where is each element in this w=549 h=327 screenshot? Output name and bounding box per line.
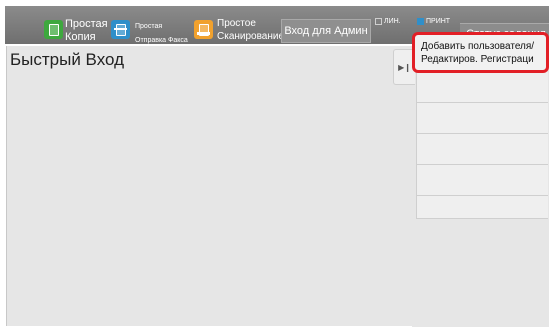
fax-icon[interactable]: [111, 20, 130, 39]
simple-copy-label-line1: Простая: [65, 18, 108, 30]
simple-fax-button[interactable]: Простая Отправка Факса: [135, 20, 188, 48]
scan-icon[interactable]: [194, 20, 213, 39]
simple-fax-label-line1: Простая: [135, 23, 163, 30]
simple-scan-label-line1: Простое: [217, 18, 256, 29]
add-edit-user-label: Добавить пользователя/ Редактиров. Регис…: [421, 40, 534, 66]
add-edit-user-label-line1: Добавить пользователя/: [421, 41, 535, 52]
copy-icon[interactable]: [44, 20, 63, 39]
page-title: Быстрый Вход: [10, 50, 125, 69]
print-indicator-box: [417, 18, 424, 25]
line-indicator: ЛИН.: [375, 18, 401, 25]
menu-item-empty[interactable]: [417, 72, 548, 103]
simple-copy-label-line2: Копия: [65, 31, 96, 43]
main-panel: Быстрый Вход: [6, 46, 412, 326]
simple-scan-button[interactable]: Простое Сканирование: [217, 17, 284, 43]
simple-scan-label-line2: Сканирование: [217, 31, 285, 42]
admin-login-button[interactable]: Вход для Админ: [281, 19, 371, 43]
line-indicator-label: ЛИН.: [384, 18, 401, 25]
print-indicator-label: ПРИНТ: [426, 18, 451, 25]
line-indicator-box: [375, 18, 382, 25]
add-edit-user-label-line2: Редактиров. Регистраци: [421, 54, 534, 65]
menu-item-empty[interactable]: [417, 134, 548, 165]
collapse-arrow-icon: ▶❙: [398, 62, 411, 72]
print-indicator: ПРИНТ: [417, 18, 450, 25]
menu-item-empty[interactable]: [417, 103, 548, 134]
simple-copy-button[interactable]: Простая Копия: [65, 18, 108, 44]
quick-login-screen: Простая Копия Простая Отправка Факса Про…: [0, 0, 549, 327]
add-edit-user-button[interactable]: Добавить пользователя/ Редактиров. Регис…: [412, 32, 549, 73]
menu-item-empty[interactable]: [417, 165, 548, 196]
menu-item-empty[interactable]: [417, 196, 548, 219]
